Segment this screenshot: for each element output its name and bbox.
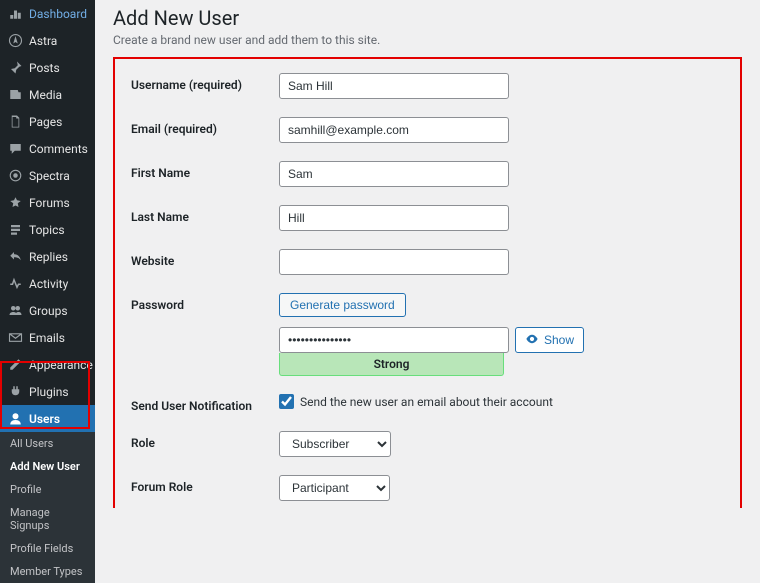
- submenu-profile[interactable]: Profile: [0, 478, 95, 501]
- sidebar-item-astra[interactable]: Astra: [0, 27, 95, 54]
- emails-icon: [8, 330, 23, 345]
- appearance-icon: [8, 357, 23, 372]
- replies-icon: [8, 249, 23, 264]
- lastname-label: Last Name: [131, 205, 279, 224]
- sidebar-item-label: Forums: [29, 196, 70, 210]
- password-strength: Strong: [279, 353, 504, 376]
- submenu-manage-signups[interactable]: Manage Signups: [0, 501, 95, 537]
- show-password-button[interactable]: Show: [515, 327, 584, 353]
- email-label: Email (required): [131, 117, 279, 136]
- sidebar-item-posts[interactable]: Posts: [0, 54, 95, 81]
- website-input[interactable]: [279, 249, 509, 275]
- pin-icon: [8, 60, 23, 75]
- sidebar-item-replies[interactable]: Replies: [0, 243, 95, 270]
- notify-checkbox[interactable]: [279, 394, 294, 409]
- sidebar-item-label: Plugins: [29, 385, 69, 399]
- submenu-member-types[interactable]: Member Types: [0, 560, 95, 583]
- sidebar-item-label: Groups: [29, 304, 68, 318]
- dashboard-icon: [8, 6, 23, 21]
- username-input[interactable]: [279, 73, 509, 99]
- role-select[interactable]: Subscriber: [279, 431, 391, 457]
- topics-icon: [8, 222, 23, 237]
- firstname-label: First Name: [131, 161, 279, 180]
- username-label: Username (required): [131, 73, 279, 92]
- users-icon: [8, 411, 23, 426]
- sidebar-item-label: Users: [29, 412, 60, 426]
- password-input[interactable]: [279, 327, 509, 353]
- eye-icon: [525, 332, 539, 349]
- admin-sidebar: Dashboard Astra Posts Media Pages Commen…: [0, 0, 95, 508]
- plugins-icon: [8, 384, 23, 399]
- main-content: Add New User Create a brand new user and…: [95, 0, 760, 508]
- sidebar-item-forums[interactable]: Forums: [0, 189, 95, 216]
- email-input[interactable]: [279, 117, 509, 143]
- sidebar-item-pages[interactable]: Pages: [0, 108, 95, 135]
- role-label: Role: [131, 431, 279, 450]
- page-title: Add New User: [113, 0, 742, 33]
- forum-role-select[interactable]: Participant: [279, 475, 390, 501]
- sidebar-item-users[interactable]: Users: [0, 405, 95, 432]
- activity-icon: [8, 276, 23, 291]
- sidebar-item-comments[interactable]: Comments: [0, 135, 95, 162]
- lastname-input[interactable]: [279, 205, 509, 231]
- sidebar-item-label: Topics: [29, 223, 65, 237]
- notify-check-wrap[interactable]: Send the new user an email about their a…: [279, 394, 724, 409]
- forum-role-label: Forum Role: [131, 475, 279, 494]
- sidebar-item-media[interactable]: Media: [0, 81, 95, 108]
- forums-icon: [8, 195, 23, 210]
- sidebar-item-label: Replies: [29, 250, 68, 264]
- sidebar-item-label: Posts: [29, 61, 60, 75]
- sidebar-item-topics[interactable]: Topics: [0, 216, 95, 243]
- sidebar-item-label: Spectra: [29, 169, 70, 183]
- comment-icon: [8, 141, 23, 156]
- notify-check-label: Send the new user an email about their a…: [300, 395, 553, 409]
- generate-password-button[interactable]: Generate password: [279, 293, 406, 317]
- sidebar-item-label: Comments: [29, 142, 88, 156]
- submenu-add-new-user[interactable]: Add New User: [0, 455, 95, 478]
- astra-icon: [8, 33, 23, 48]
- sidebar-item-label: Appearance: [29, 358, 93, 372]
- sidebar-item-groups[interactable]: Groups: [0, 297, 95, 324]
- sidebar-item-label: Emails: [29, 331, 65, 345]
- show-button-label: Show: [544, 333, 574, 347]
- groups-icon: [8, 303, 23, 318]
- sidebar-item-spectra[interactable]: Spectra: [0, 162, 95, 189]
- sidebar-item-appearance[interactable]: Appearance: [0, 351, 95, 378]
- sidebar-item-activity[interactable]: Activity: [0, 270, 95, 297]
- sidebar-item-dashboard[interactable]: Dashboard: [0, 0, 95, 27]
- sidebar-item-label: Pages: [29, 115, 62, 129]
- firstname-input[interactable]: [279, 161, 509, 187]
- website-label: Website: [131, 249, 279, 268]
- spectra-icon: [8, 168, 23, 183]
- sidebar-item-emails[interactable]: Emails: [0, 324, 95, 351]
- sidebar-item-label: Astra: [29, 34, 57, 48]
- sidebar-item-plugins[interactable]: Plugins: [0, 378, 95, 405]
- sidebar-item-label: Activity: [29, 277, 68, 291]
- notify-label: Send User Notification: [131, 394, 279, 413]
- pages-icon: [8, 114, 23, 129]
- sidebar-item-label: Dashboard: [29, 7, 87, 21]
- submenu-all-users[interactable]: All Users: [0, 432, 95, 455]
- media-icon: [8, 87, 23, 102]
- add-user-form: Username (required) Email (required) Fir…: [113, 57, 742, 508]
- sidebar-item-label: Media: [29, 88, 62, 102]
- submenu-profile-fields[interactable]: Profile Fields: [0, 537, 95, 560]
- password-label: Password: [131, 293, 279, 312]
- page-description: Create a brand new user and add them to …: [113, 33, 742, 47]
